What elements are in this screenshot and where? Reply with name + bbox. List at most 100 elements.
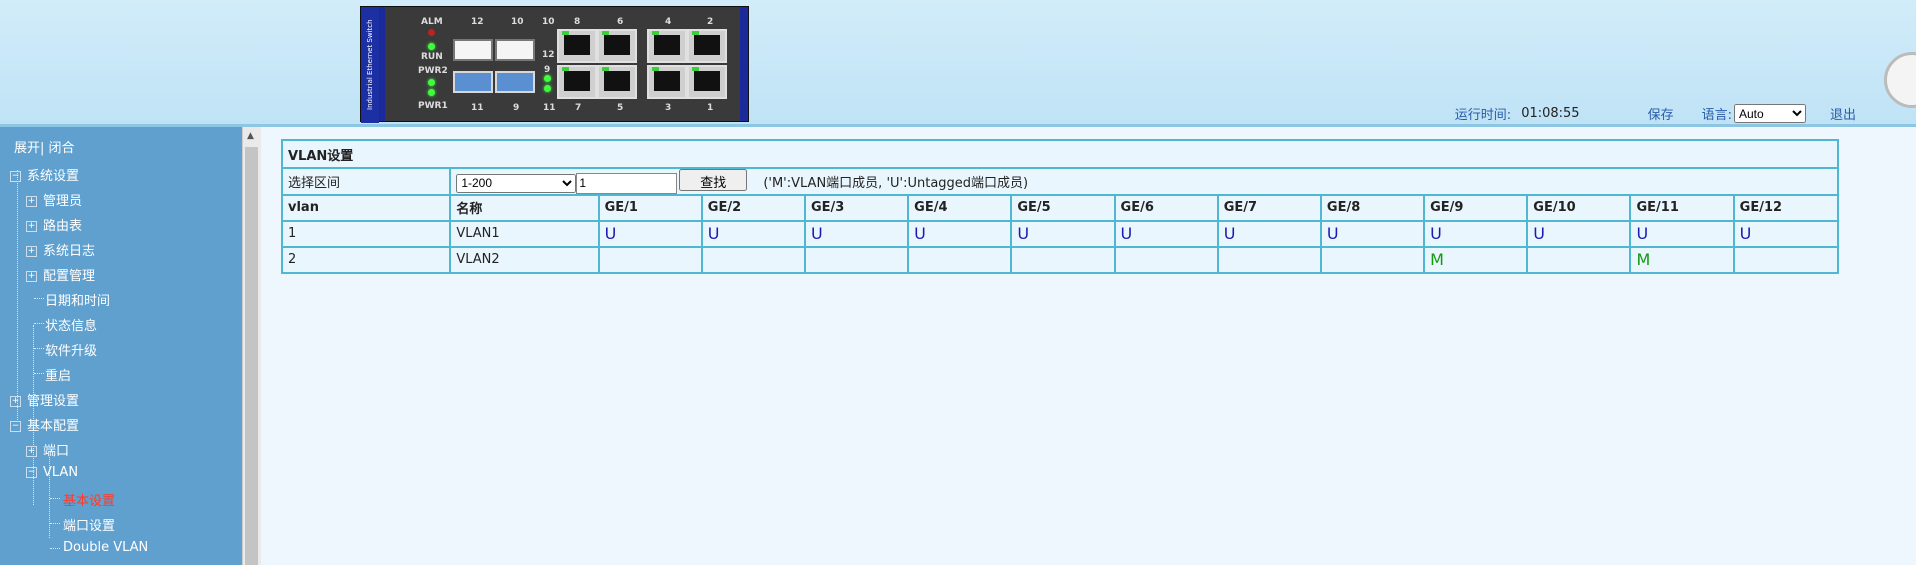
column-header: GE/2 bbox=[700, 193, 806, 222]
port-membership-cell[interactable] bbox=[1732, 245, 1840, 274]
range-input[interactable] bbox=[576, 172, 678, 194]
port-membership-cell[interactable]: U bbox=[1319, 219, 1426, 248]
rj45-port bbox=[647, 65, 687, 99]
collapse-all-link[interactable]: 闭合 bbox=[49, 141, 75, 156]
tree-line bbox=[50, 548, 60, 549]
collapse-icon: − bbox=[10, 171, 21, 182]
port-membership-cell[interactable] bbox=[1113, 245, 1219, 274]
tree-item-system-log[interactable]: + 系统日志 bbox=[26, 240, 95, 259]
port-membership-cell[interactable]: U bbox=[1423, 219, 1529, 248]
table-title: VLAN设置 bbox=[281, 139, 1839, 169]
port-membership-cell[interactable]: U bbox=[1010, 219, 1116, 248]
port-led bbox=[544, 75, 551, 82]
port-number: 10 bbox=[542, 17, 555, 27]
port-membership-cell[interactable] bbox=[1216, 245, 1322, 274]
tree-line bbox=[34, 373, 44, 374]
main-content: VLAN设置 选择区间 1-200 查找 ('M':VLAN端口成员, 'U':U… bbox=[261, 127, 1916, 565]
sfp-port bbox=[453, 71, 493, 93]
tree-item-admin[interactable]: + 管理员 bbox=[26, 190, 82, 209]
scrollbar-thumb[interactable] bbox=[245, 147, 258, 565]
port-membership-cell[interactable]: U bbox=[1629, 219, 1735, 248]
member-hint: ('M':VLAN端口成员, 'U':Untagged端口成员) bbox=[763, 176, 1029, 191]
tree-line bbox=[34, 348, 44, 349]
range-select[interactable]: 1-200 bbox=[456, 173, 577, 193]
port-membership-cell[interactable]: U bbox=[907, 219, 1013, 248]
alm-label: ALM bbox=[421, 17, 443, 27]
port-membership-cell[interactable]: M bbox=[1423, 245, 1529, 274]
column-header: GE/9 bbox=[1423, 193, 1529, 222]
expand-icon: + bbox=[26, 446, 37, 457]
find-button[interactable]: 查找 bbox=[679, 169, 748, 191]
scroll-up-icon[interactable]: ▲ bbox=[247, 131, 254, 141]
range-label: 选择区间 bbox=[280, 167, 452, 196]
language-select[interactable]: Auto bbox=[1733, 104, 1806, 123]
tree-item-double-vlan[interactable]: Double VLAN bbox=[63, 540, 148, 555]
expand-icon: + bbox=[26, 221, 37, 232]
pwr2-label: PWR2 bbox=[418, 66, 448, 76]
column-header: GE/3 bbox=[803, 193, 910, 222]
column-header: GE/6 bbox=[1113, 193, 1219, 222]
port-number: 12 bbox=[542, 50, 555, 60]
port-membership-cell[interactable] bbox=[700, 245, 806, 274]
column-header: 名称 bbox=[449, 193, 600, 222]
column-header: GE/1 bbox=[597, 193, 703, 222]
tree-item-vlan[interactable]: − VLAN bbox=[26, 465, 78, 480]
column-header: GE/11 bbox=[1629, 193, 1735, 222]
tree-item-vlan-basic-settings[interactable]: 基本设置 bbox=[63, 490, 115, 509]
tree-item-vlan-port-settings[interactable]: 端口设置 bbox=[63, 515, 115, 534]
tree-item-basic-config[interactable]: − 基本配置 bbox=[10, 415, 79, 434]
tree-item-status-info[interactable]: 状态信息 bbox=[45, 315, 97, 334]
tree-line bbox=[50, 523, 60, 524]
tree-label: 基本配置 bbox=[27, 419, 80, 434]
expand-all-link[interactable]: 展开 bbox=[14, 141, 40, 156]
port-membership-cell[interactable]: U bbox=[1216, 219, 1322, 248]
rj45-port bbox=[557, 65, 597, 99]
tree-label: 端口 bbox=[43, 444, 70, 459]
port-number: 4 bbox=[665, 17, 672, 27]
port-membership-cell[interactable]: U bbox=[700, 219, 806, 248]
table-row: 2 VLAN2 M M bbox=[280, 245, 1840, 274]
tree-item-software-upgrade[interactable]: 软件升级 bbox=[45, 340, 97, 359]
port-membership-cell[interactable]: U bbox=[803, 219, 910, 248]
collapse-icon: − bbox=[10, 421, 21, 432]
tree-item-port[interactable]: + 端口 bbox=[26, 440, 69, 459]
port-membership-cell[interactable] bbox=[907, 245, 1013, 274]
device-stripe bbox=[379, 7, 385, 121]
port-membership-cell[interactable] bbox=[1319, 245, 1426, 274]
tree-line bbox=[50, 498, 60, 499]
port-membership-cell[interactable] bbox=[1010, 245, 1116, 274]
rj45-port bbox=[597, 29, 637, 63]
port-membership-cell[interactable]: U bbox=[597, 219, 703, 248]
tree-item-routing-table[interactable]: + 路由表 bbox=[26, 215, 82, 234]
tree-label: VLAN bbox=[43, 465, 79, 480]
uptime-label: 运行时间: bbox=[1454, 108, 1512, 123]
port-number: 8 bbox=[574, 17, 581, 27]
port-membership-cell[interactable] bbox=[803, 245, 910, 274]
port-membership-cell[interactable]: M bbox=[1629, 245, 1735, 274]
vlan-settings-table: VLAN设置 选择区间 1-200 查找 ('M':VLAN端口成员, 'U':U… bbox=[280, 139, 1840, 274]
tree-item-system-settings[interactable]: − 系统设置 bbox=[10, 165, 79, 184]
port-membership-cell[interactable]: U bbox=[1526, 219, 1632, 248]
port-membership-cell[interactable]: U bbox=[1113, 219, 1219, 248]
logout-link[interactable]: 退出 bbox=[1830, 104, 1856, 123]
port-number: 3 bbox=[665, 103, 672, 113]
port-membership-cell[interactable] bbox=[597, 245, 703, 274]
table-row: 1 VLAN1 U U U U U U U U U U U U bbox=[280, 219, 1840, 248]
column-header: GE/8 bbox=[1319, 193, 1426, 222]
port-membership-cell[interactable]: U bbox=[1732, 219, 1840, 248]
tree-label: 系统设置 bbox=[27, 169, 80, 184]
expand-icon: + bbox=[26, 271, 37, 282]
port-number: 2 bbox=[707, 17, 714, 27]
tree-item-management-settings[interactable]: + 管理设置 bbox=[10, 390, 79, 409]
port-number: 9 bbox=[544, 65, 551, 75]
sidebar-scrollbar[interactable]: ▲ bbox=[242, 127, 261, 565]
tree-label: 路由表 bbox=[43, 219, 83, 234]
tree-item-reboot[interactable]: 重启 bbox=[45, 365, 71, 384]
tree-item-config-management[interactable]: + 配置管理 bbox=[26, 265, 95, 284]
header-row: vlan 名称 GE/1 GE/2 GE/3 GE/4 GE/5 GE/6 GE/7 GE/8 GE… bbox=[280, 193, 1840, 222]
tree-item-date-time[interactable]: 日期和时间 bbox=[45, 290, 110, 309]
port-membership-cell[interactable] bbox=[1526, 245, 1632, 274]
rj45-port bbox=[687, 65, 727, 99]
tree-label: 系统日志 bbox=[43, 244, 96, 259]
save-link[interactable]: 保存 bbox=[1648, 104, 1674, 123]
